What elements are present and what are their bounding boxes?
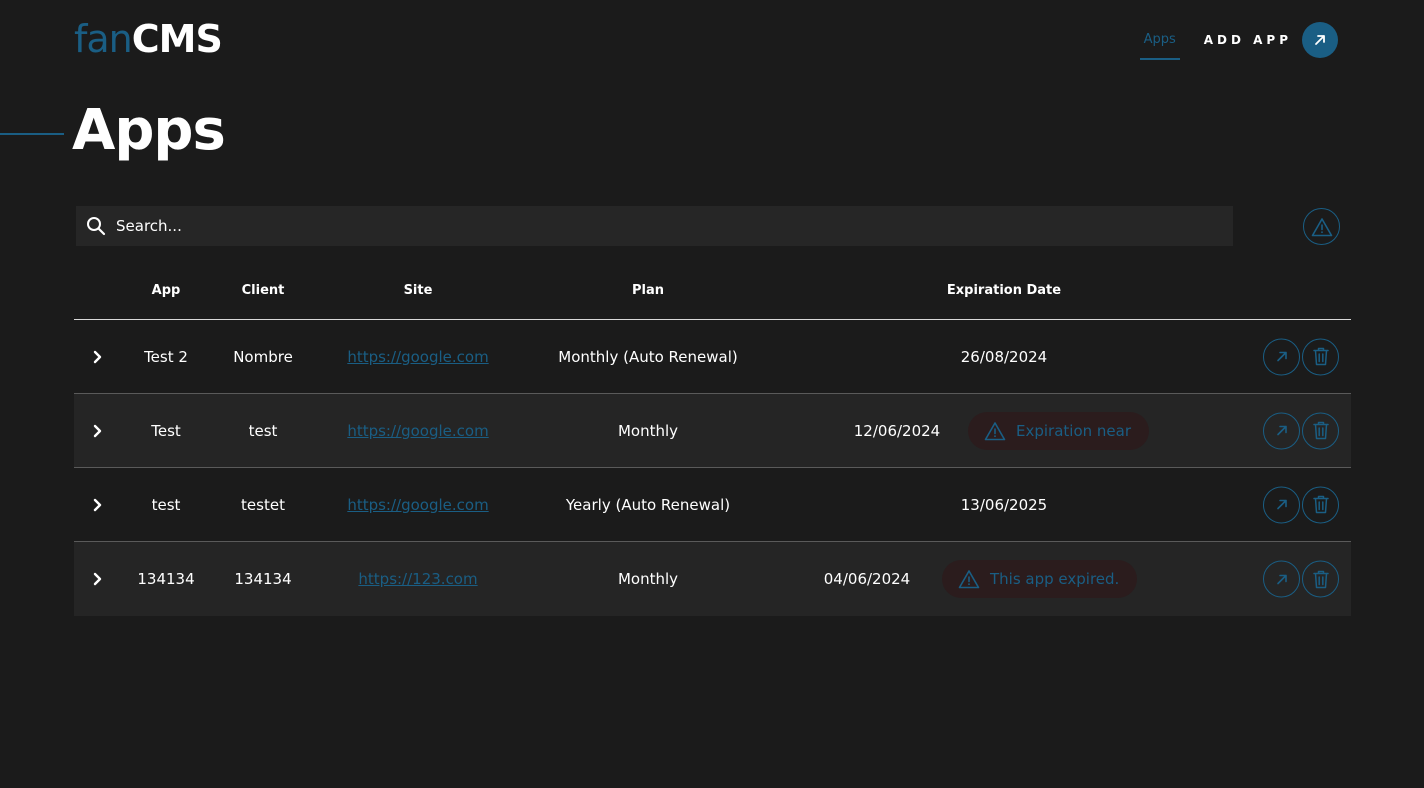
- expiration-filter-button[interactable]: [1303, 208, 1340, 245]
- warning-icon: [984, 421, 1006, 440]
- cell-site-link[interactable]: https://123.com: [358, 570, 477, 588]
- cell-expiration-date: 12/06/2024: [853, 421, 941, 440]
- arrow-up-right-icon: [1276, 351, 1287, 362]
- delete-app-button[interactable]: [1302, 486, 1339, 523]
- table-row: 134134 134134 https://123.com Monthly 04…: [74, 542, 1351, 616]
- chevron-right-icon: [93, 572, 102, 586]
- logo-cms: CMS: [131, 17, 223, 61]
- delete-app-button[interactable]: [1302, 338, 1339, 375]
- expand-row-button[interactable]: [90, 423, 106, 439]
- cell-client: test: [248, 421, 278, 440]
- cell-plan: Yearly (Auto Renewal): [565, 495, 731, 514]
- column-header-expiration-date[interactable]: Expiration Date: [947, 283, 1061, 298]
- cell-plan: Monthly: [617, 570, 679, 588]
- row-actions: [1263, 412, 1339, 449]
- cell-plan: Monthly (Auto Renewal): [558, 347, 738, 366]
- search-bar: [76, 206, 1233, 246]
- table-row: test testet https://google.com Yearly (A…: [74, 468, 1351, 542]
- delete-app-button[interactable]: [1302, 412, 1339, 449]
- chevron-right-icon: [93, 498, 102, 511]
- row-actions: [1263, 560, 1339, 598]
- trash-icon: [1312, 421, 1329, 440]
- delete-app-button[interactable]: [1302, 560, 1339, 598]
- warning-icon: [1311, 217, 1332, 236]
- cell-site-link[interactable]: https://google.com: [347, 348, 488, 366]
- cell-expiration-date: 04/06/2024: [823, 570, 911, 588]
- nav-apps-link[interactable]: Apps: [1139, 22, 1180, 60]
- badge-label: Expiration near: [1016, 421, 1131, 440]
- row-actions: [1263, 486, 1339, 523]
- cell-app: 134134: [137, 570, 195, 588]
- arrow-up-right-icon: [1276, 574, 1287, 584]
- column-header-app[interactable]: App: [152, 283, 181, 298]
- cell-client: 134134: [234, 570, 292, 588]
- expired-badge: This app expired.: [942, 560, 1138, 598]
- chevron-right-icon: [93, 424, 102, 437]
- cell-app: Test 2: [144, 347, 188, 366]
- cell-app: test: [151, 495, 181, 514]
- cell-expiration-date: 13/06/2025: [960, 495, 1048, 514]
- add-app-button[interactable]: [1302, 22, 1338, 58]
- cell-client: Nombre: [233, 347, 293, 366]
- open-app-button[interactable]: [1263, 560, 1300, 598]
- page-title: Apps: [72, 98, 226, 163]
- trash-icon: [1312, 495, 1329, 514]
- apps-table: App Client Site Plan Expiration Date Tes…: [74, 262, 1351, 616]
- expand-row-button[interactable]: [90, 497, 106, 513]
- cell-expiration-date: 26/08/2024: [960, 347, 1048, 366]
- open-app-button[interactable]: [1263, 412, 1300, 449]
- table-header: App Client Site Plan Expiration Date: [74, 262, 1351, 320]
- expiration-warning-badge: Expiration near: [968, 411, 1149, 450]
- open-app-button[interactable]: [1263, 338, 1300, 375]
- arrow-up-right-icon: [1276, 499, 1287, 510]
- column-header-plan[interactable]: Plan: [632, 283, 664, 298]
- arrow-up-right-icon: [1315, 35, 1325, 45]
- logo-fan: fan: [74, 17, 133, 61]
- arrow-up-right-icon: [1276, 425, 1287, 436]
- badge-label: This app expired.: [990, 570, 1120, 588]
- warning-icon: [958, 570, 980, 589]
- open-app-button[interactable]: [1263, 486, 1300, 523]
- cell-app: Test: [151, 421, 181, 440]
- title-accent-line: [0, 133, 64, 135]
- cell-client: testet: [241, 495, 285, 514]
- table-row: Test test https://google.com Monthly 12/…: [74, 394, 1351, 468]
- expand-row-button[interactable]: [90, 349, 106, 365]
- expand-row-button[interactable]: [90, 571, 106, 587]
- logo[interactable]: fanCMS: [74, 16, 223, 62]
- table-row: Test 2 Nombre https://google.com Monthly…: [74, 320, 1351, 394]
- column-header-client[interactable]: Client: [242, 283, 285, 298]
- cell-site-link[interactable]: https://google.com: [347, 422, 488, 440]
- search-input[interactable]: [116, 217, 1216, 235]
- row-actions: [1263, 338, 1339, 375]
- trash-icon: [1312, 570, 1329, 588]
- trash-icon: [1312, 347, 1329, 366]
- search-icon: [87, 217, 106, 236]
- top-nav: Apps ADD APP: [1139, 22, 1338, 60]
- nav-add-app-link[interactable]: ADD APP: [1204, 33, 1292, 47]
- chevron-right-icon: [93, 350, 102, 363]
- column-header-site[interactable]: Site: [404, 283, 433, 298]
- cell-plan: Monthly: [617, 421, 679, 440]
- cell-site-link[interactable]: https://google.com: [347, 496, 488, 514]
